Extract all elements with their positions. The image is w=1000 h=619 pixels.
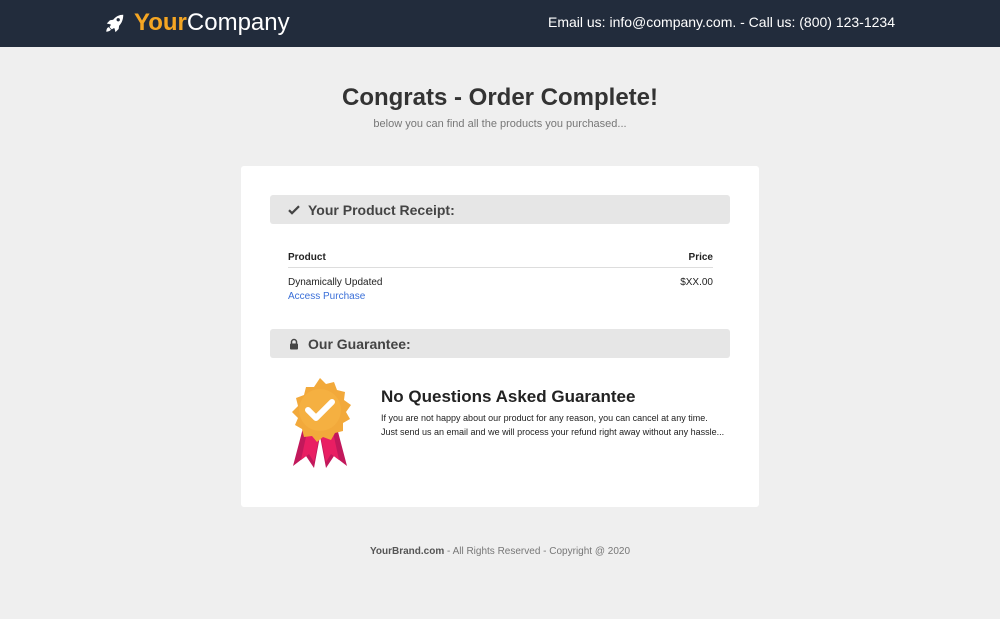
column-header-product: Product (288, 252, 326, 263)
column-header-price: Price (688, 252, 713, 263)
page-subtitle: below you can find all the products you … (373, 118, 627, 130)
product-name: Dynamically Updated (288, 277, 383, 288)
logo-text: YourCompany (134, 9, 290, 36)
guarantee-section-title: Our Guarantee: (308, 335, 411, 352)
page-title: Congrats - Order Complete! (341, 84, 659, 111)
table-row: Dynamically Updated Access Purchase $XX.… (288, 277, 713, 307)
rocket-icon (106, 14, 124, 33)
company-logo[interactable]: YourCompany (104, 8, 290, 38)
receipt-table-header: Product Price (288, 252, 713, 268)
footer-copyright: - All Rights Reserved - Copyright @ 2020 (444, 546, 631, 557)
footer: YourBrand.com - All Rights Reserved - Co… (0, 546, 1000, 557)
guarantee-heading: No Questions Asked Guarantee (381, 387, 636, 406)
access-purchase-link[interactable]: Access Purchase (288, 291, 365, 302)
receipt-section-title: Your Product Receipt: (308, 201, 455, 218)
guarantee-section-header: Our Guarantee: (270, 329, 730, 358)
guarantee-text: If you are not happy about our product f… (381, 413, 725, 437)
top-bar: YourCompany Email us: info@company.com. … (0, 0, 1000, 47)
footer-brand: YourBrand.com (369, 546, 445, 557)
product-price: $XX.00 (680, 277, 713, 288)
lock-icon (290, 338, 298, 349)
checkmark-icon (288, 204, 300, 215)
receipt-section-header: Your Product Receipt: (270, 195, 730, 224)
order-card: Your Product Receipt: Product Price Dyna… (241, 166, 759, 507)
award-badge-icon (292, 378, 351, 468)
contact-info: Email us: info@company.com. - Call us: (… (548, 14, 895, 30)
